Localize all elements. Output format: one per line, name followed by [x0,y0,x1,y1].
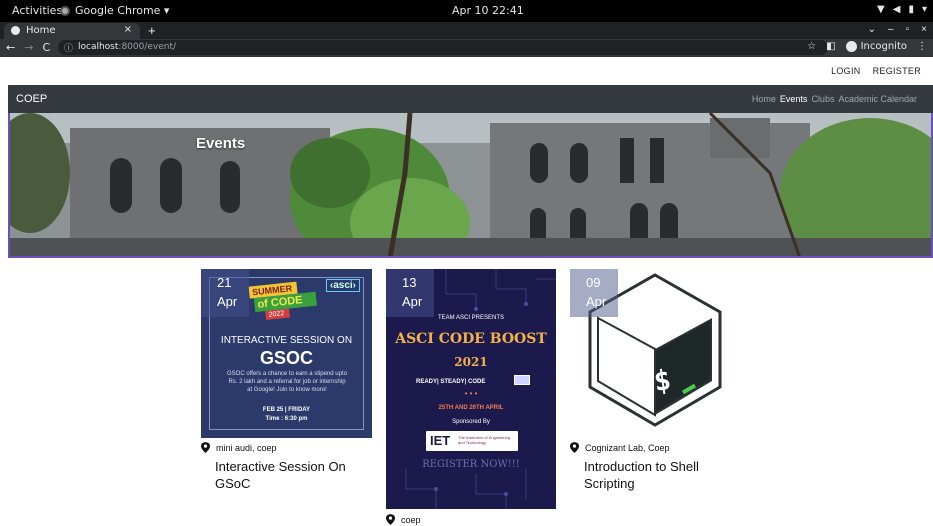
nav-clubs[interactable]: Clubs [811,94,834,104]
date-badge: 21 Apr [201,269,249,317]
poster-year: 2021 [454,355,488,369]
event-location: Cognizant Lab, Coep [570,442,670,453]
asci-badge: ‹asci› [325,279,360,292]
date-month: Apr [402,294,423,309]
url-text: localhost:8000/event/ [78,42,176,52]
nav-links: Home Events Clubs Academic Calendar [752,94,917,104]
nav-academic-calendar[interactable]: Academic Calendar [838,94,917,104]
tray-menu-icon: ▾ [921,4,927,15]
poster-body: GSOC offers a chance to earn a stipend u… [227,371,347,393]
event-poster[interactable]: $ 09 Apr [570,269,740,438]
wifi-icon: ▼ [877,4,885,15]
summer-of-code-logo: SUMMER of CODE 2022 [248,280,322,337]
event-card[interactable]: $ 09 Apr Cognizant Lab, Coep Introductio… [570,269,740,499]
event-card[interactable]: ‹asci› SUMMER of CODE 2022 INTERACTIVE S… [201,269,372,499]
date-day: 09 [586,275,601,290]
map-pin-icon [201,442,210,453]
app-menu-label: Google Chrome ▾ [75,4,170,17]
poster-sponsored: Sponsored By [452,419,490,425]
event-title[interactable]: Introduction to Shell Scripting [584,458,744,492]
system-clock[interactable]: Apr 10 22:41 [452,4,524,17]
tab-search-icon[interactable]: ⌄ [868,24,876,35]
poster-headline: INTERACTIVE SESSION ON [220,335,353,346]
event-title[interactable]: Interactive Session On GSoC [215,458,375,492]
location-text: coep [401,514,421,525]
event-card[interactable]: TEAM ASCI PRESENTS ASCI CODE BOOST 2021 … [386,269,556,525]
event-location: mini audi, coep [201,442,277,453]
tab-favicon-icon [11,26,20,35]
event-poster[interactable]: TEAM ASCI PRESENTS ASCI CODE BOOST 2021 … [386,269,556,509]
dots-decoration: • • • [464,389,478,398]
incognito-indicator[interactable]: Incognito [845,41,907,52]
back-button[interactable]: ← [6,41,15,54]
site-brand[interactable]: COEP [16,93,47,105]
page-content: LOGIN REGISTER COEP Home Events Clubs Ac… [0,57,933,526]
bookmark-star-icon[interactable]: ☆ [807,41,816,52]
laptop-icon [514,375,530,385]
location-text: mini audi, coep [216,442,277,453]
date-day: 21 [217,275,232,290]
poster-headline2: GSOC [259,348,313,368]
sponsor-subtitle: The Institution of Engineering and Techn… [458,435,511,445]
incognito-label: Incognito [860,41,907,52]
system-tray[interactable]: ▼ ◀ ▮ ▾ [877,4,927,15]
auth-links: LOGIN REGISTER [831,66,921,76]
register-link[interactable]: REGISTER [873,66,921,76]
map-pin-icon [570,442,579,453]
address-bar[interactable]: ⓘ localhost:8000/event/ [58,40,828,55]
date-day: 13 [402,275,417,290]
sponsor-logo: IET The Institution of Engineering and T… [426,431,518,451]
login-link[interactable]: LOGIN [831,66,861,76]
sponsor-name: IET [430,433,451,448]
event-poster[interactable]: ‹asci› SUMMER of CODE 2022 INTERACTIVE S… [201,269,372,438]
nav-home[interactable]: Home [752,94,776,104]
site-info-icon[interactable]: ⓘ [64,41,73,54]
url-path: :8000/event/ [118,42,177,52]
poster-title: ASCI CODE BOOST [395,331,547,347]
poster-tagline: READY| STEADY| CODE [416,379,486,385]
minimize-icon[interactable]: – [888,24,894,35]
reload-button[interactable]: C [42,41,50,54]
hero-banner: Events [8,113,933,258]
maximize-icon[interactable]: ▫ [906,24,910,35]
chrome-icon [60,5,70,16]
activities-button[interactable]: Activities [12,4,62,17]
tab-home[interactable]: Home × [4,23,140,39]
url-host: localhost [78,42,119,52]
hero-title: Events [196,135,246,152]
browser-toolbar: ← → C ⓘ localhost:8000/event/ ☆ ◧ Incogn… [0,39,933,57]
site-navbar: COEP Home Events Clubs Academic Calendar [8,85,933,113]
hero-building-image [10,113,931,256]
event-location: coep [386,514,421,525]
tab-title: Home [26,25,56,36]
tab-strip: Home × + ⌄ – ▫ × [0,22,933,39]
poster-dates: 25TH AND 26TH APRIL [438,405,504,411]
poster-time: Time : 6:30 pm [265,416,308,422]
tab-close-button[interactable]: × [124,24,132,35]
close-window-icon[interactable]: × [921,24,927,35]
date-month: Apr [217,294,238,309]
logo-year: 2022 [265,308,291,321]
browser-menu-button[interactable]: ⋮ [917,41,927,52]
nav-events[interactable]: Events [780,94,808,104]
location-text: Cognizant Lab, Coep [585,442,670,453]
incognito-icon [845,41,857,52]
side-panel-icon[interactable]: ◧ [826,41,835,52]
poster-date: FEB 25 | FRIDAY [262,407,311,413]
system-top-bar: Activities Google Chrome ▾ Apr 10 22:41 … [0,0,933,22]
date-badge: 09 Apr [570,269,618,317]
poster-register: REGISTER NOW!!! [422,459,520,470]
volume-icon: ◀ [892,4,901,15]
map-pin-icon [386,514,395,525]
battery-icon: ▮ [908,4,914,15]
app-menu[interactable]: Google Chrome ▾ [60,4,169,17]
date-badge: 13 Apr [386,269,434,317]
forward-button[interactable]: → [24,41,33,54]
date-month: Apr [586,294,607,309]
window-controls: ⌄ – ▫ × [868,24,927,35]
new-tab-button[interactable]: + [148,23,156,38]
